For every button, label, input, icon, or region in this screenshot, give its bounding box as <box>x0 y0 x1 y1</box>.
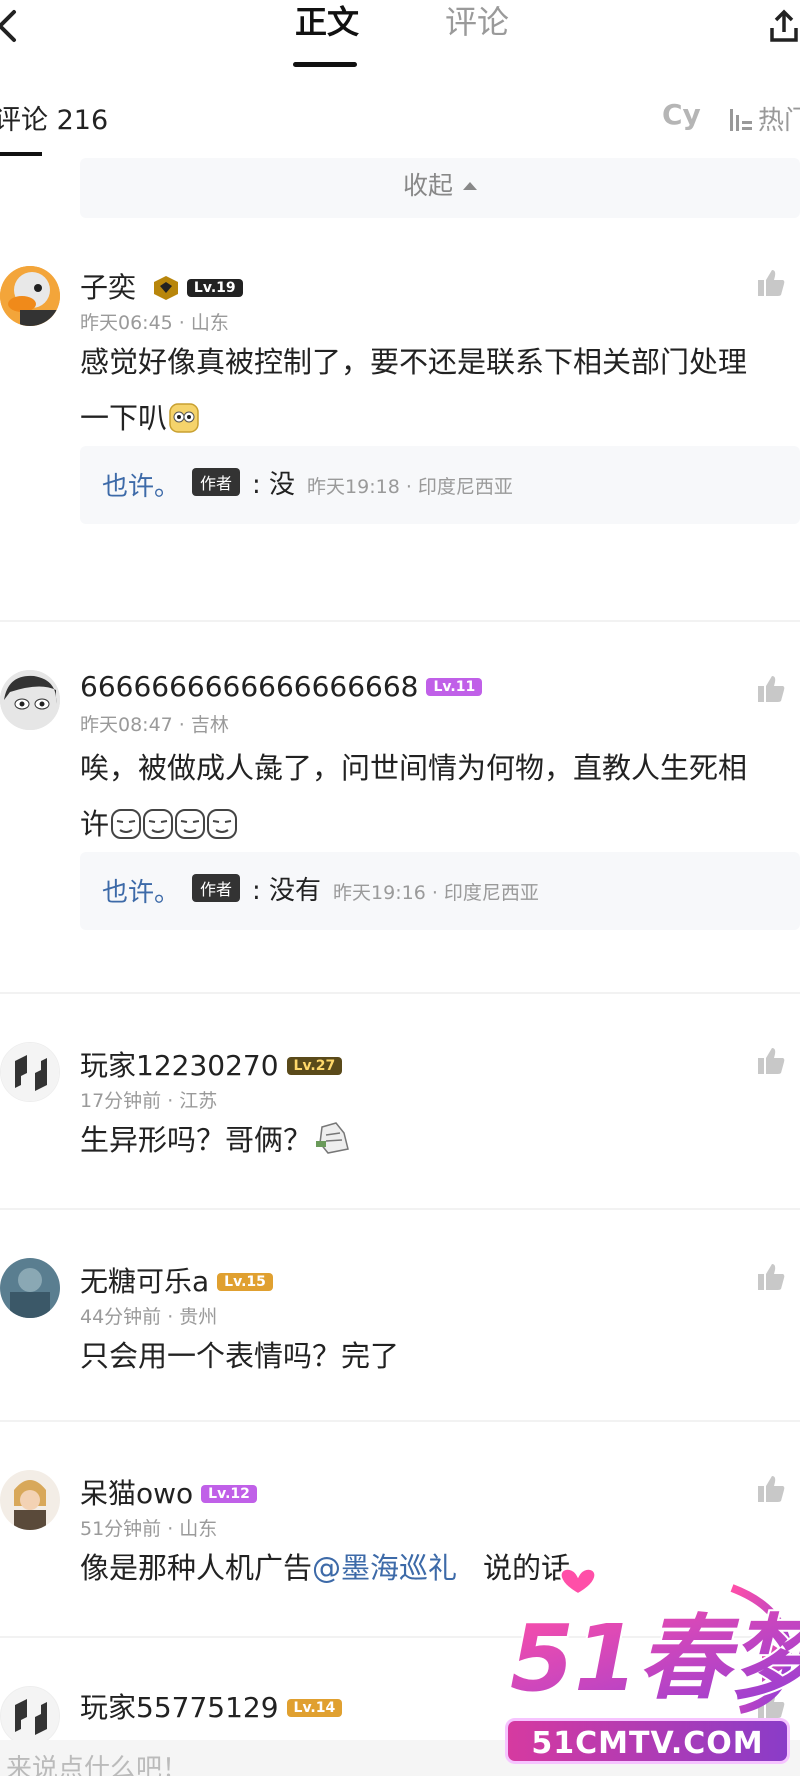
badge-icon <box>153 275 179 308</box>
comment-meta: 昨天06:45 · 山东 <box>80 312 229 334</box>
reply-text: : 没有 昨天19:16 · 印度尼西亚 <box>252 870 539 907</box>
comment-meta: 昨天08:47 · 吉林 <box>80 714 229 736</box>
smirk-emoji-icon <box>111 801 142 839</box>
author-reply[interactable]: 也许。 作者 : 没昨天19:18 · 印度尼西亚 <box>80 446 800 524</box>
comment-text-fragment: 像是那种人机广告 <box>80 1551 313 1585</box>
divider <box>0 1208 800 1210</box>
reply-text-content: : 没有 <box>252 876 322 906</box>
collapse-button[interactable]: 收起 <box>80 158 800 218</box>
username[interactable]: 玩家12230270 Lv.27 <box>80 1044 343 1084</box>
level-badge: Lv.14 <box>286 1699 343 1717</box>
cy-label[interactable]: Cy <box>662 98 701 131</box>
avatar[interactable] <box>0 266 60 326</box>
level-badge: Lv.12 <box>201 1485 257 1503</box>
sort-icon <box>728 107 754 133</box>
comment-text-line: 唉，被做成人彘了，问世间情为何物，直教人生死相 <box>80 751 748 785</box>
reply-text: : 没昨天19:18 · 印度尼西亚 <box>252 464 513 501</box>
author-tag: 作者 <box>192 468 241 496</box>
owl-emoji-icon <box>169 395 199 433</box>
comment-text-line: 一下叭 <box>80 390 800 446</box>
avatar[interactable] <box>0 1258 60 1318</box>
sort-button[interactable]: 热门 <box>728 100 800 137</box>
username-text: 呆猫owo <box>80 1477 194 1510</box>
username-text: 6666666666666666668 <box>80 670 419 703</box>
avatar[interactable] <box>0 670 60 730</box>
username-text: 子奕 <box>80 271 137 304</box>
sort-label: 热门 <box>758 106 800 136</box>
comment-text: 唉，被做成人彘了，问世间情为何物，直教人生死相 许 <box>80 740 800 852</box>
divider <box>0 1420 800 1422</box>
comment-text-fragment: 生异形吗？哥俩？ <box>80 1123 313 1157</box>
like-icon[interactable] <box>756 1046 786 1076</box>
avatar[interactable] <box>0 1042 60 1102</box>
user-mention[interactable]: @墨海巡礼 <box>312 1551 457 1585</box>
comment-text-line: 许 <box>80 796 800 852</box>
reply-text-content: : 没 <box>252 470 296 500</box>
level-badge: Lv.19 <box>186 279 243 297</box>
comments-tab-indicator <box>0 152 42 156</box>
username[interactable]: 玩家55775129 Lv.14 <box>80 1686 343 1726</box>
tab-comments[interactable]: 评论 <box>445 2 509 42</box>
username-text: 玩家55775129 <box>80 1691 279 1724</box>
share-icon[interactable] <box>768 6 800 46</box>
avatar[interactable] <box>0 1470 60 1530</box>
comment-text: 感觉好像真被控制了，要不还是联系下相关部门处理 一下叭 <box>80 334 800 446</box>
like-icon[interactable] <box>756 1262 786 1292</box>
comment-text-line: 生异形吗？哥俩？ <box>80 1112 800 1168</box>
reply-author-name[interactable]: 也许。 <box>102 466 180 503</box>
username-text: 玩家12230270 <box>80 1049 279 1082</box>
avatar[interactable] <box>0 1686 60 1746</box>
comment-meta: 51分钟前 · 山东 <box>80 1518 218 1540</box>
smirk-emoji-icon <box>175 801 206 839</box>
username[interactable]: 呆猫owo Lv.12 <box>80 1472 257 1512</box>
username[interactable]: 6666666666666666668 Lv.11 <box>80 670 483 703</box>
comments-count-title[interactable]: 评论 216 <box>0 98 108 137</box>
divider <box>0 620 800 622</box>
reply-author-name[interactable]: 也许。 <box>102 872 180 909</box>
like-icon[interactable] <box>756 268 786 298</box>
level-badge: Lv.11 <box>426 678 483 696</box>
smirk-emoji-icon <box>207 801 238 839</box>
comment-input-placeholder[interactable]: 来说点什么吧！ <box>6 1748 188 1776</box>
watermark-logo-text: 51春梦 <box>510 1605 800 1712</box>
comment-text: 生异形吗？哥俩？ <box>80 1112 800 1168</box>
username[interactable]: 无糖可乐a Lv.15 <box>80 1260 273 1300</box>
top-nav: 正文 评论 <box>0 0 800 70</box>
chevron-left-icon[interactable] <box>0 6 22 54</box>
author-tag: 作者 <box>192 874 241 902</box>
comments-header: 评论 216 Cy 热门 <box>0 86 800 156</box>
active-tab-indicator <box>293 62 357 67</box>
reply-meta: 昨天19:18 · 印度尼西亚 <box>307 476 513 498</box>
sticker-emoji-icon <box>314 1117 352 1154</box>
username-text: 无糖可乐a <box>80 1265 210 1298</box>
level-badge: Lv.15 <box>217 1273 273 1291</box>
author-reply[interactable]: 也许。 作者 : 没有 昨天19:16 · 印度尼西亚 <box>80 852 800 930</box>
username[interactable]: 子奕 Lv.19 <box>80 266 243 308</box>
comment-meta: 44分钟前 · 贵州 <box>80 1306 218 1328</box>
like-icon[interactable] <box>756 1474 786 1504</box>
comment-meta: 17分钟前 · 江苏 <box>80 1090 218 1112</box>
comment-text-fragment: 许 <box>80 807 110 841</box>
tab-main[interactable]: 正文 <box>295 2 359 42</box>
reply-meta: 昨天19:16 · 印度尼西亚 <box>333 882 539 904</box>
collapse-label: 收起 <box>402 171 453 200</box>
comment-text-fragment: 一下叭 <box>80 401 168 435</box>
comment-text: 只会用一个表情吗？完了 <box>80 1339 400 1373</box>
watermark-url: 51CMTV.COM <box>505 1718 790 1764</box>
level-badge: Lv.27 <box>286 1057 343 1075</box>
divider <box>0 992 800 994</box>
caret-up-icon <box>463 182 477 190</box>
like-icon[interactable] <box>756 674 786 704</box>
comment-text-line: 感觉好像真被控制了，要不还是联系下相关部门处理 <box>80 345 748 379</box>
smirk-emoji-icon <box>143 801 174 839</box>
